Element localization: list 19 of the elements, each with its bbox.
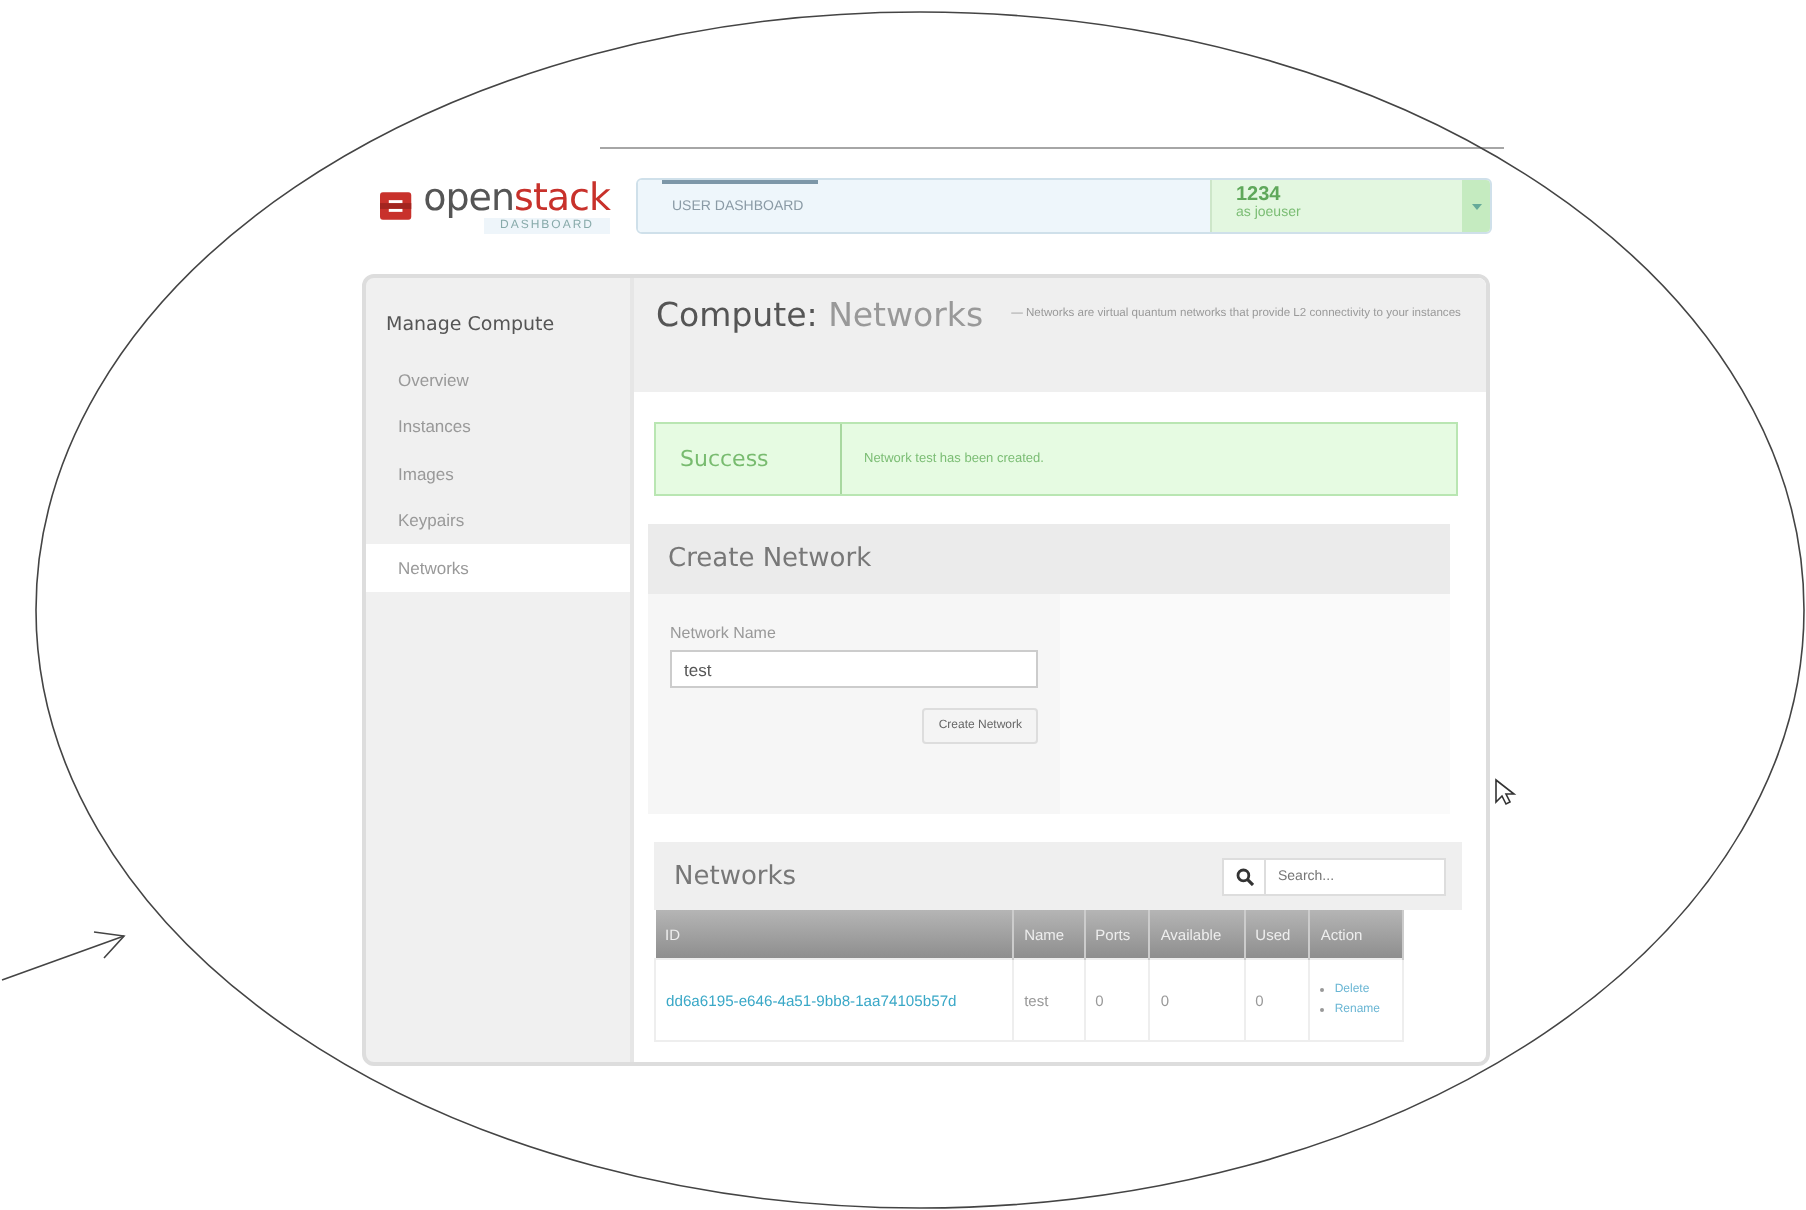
logo-name: openstack (423, 178, 610, 218)
field-label: Network Name (670, 624, 778, 642)
network-name-field[interactable]: test (670, 650, 1038, 688)
search-button[interactable] (1222, 857, 1266, 895)
sidebar-item[interactable]: Overview (366, 356, 630, 403)
tenant-id: 1234 (1236, 184, 1281, 206)
sidebar-item[interactable]: Networks (366, 544, 630, 591)
sidebar-item[interactable]: Images (366, 450, 630, 497)
sidebar-item[interactable]: Instances (366, 403, 630, 450)
cursor-icon (1495, 778, 1517, 806)
table-title: Networks (674, 861, 797, 891)
page-title: Compute: Networks (656, 296, 984, 334)
sidebar-item[interactable]: Keypairs (366, 497, 630, 544)
alert-title: Success (656, 424, 842, 494)
search-icon (1235, 867, 1253, 885)
sidebar-heading: Manage Compute (384, 314, 557, 340)
caret-icon (1471, 203, 1481, 209)
annotation-arrow (1, 931, 126, 981)
form-title: Create Network (668, 544, 872, 574)
